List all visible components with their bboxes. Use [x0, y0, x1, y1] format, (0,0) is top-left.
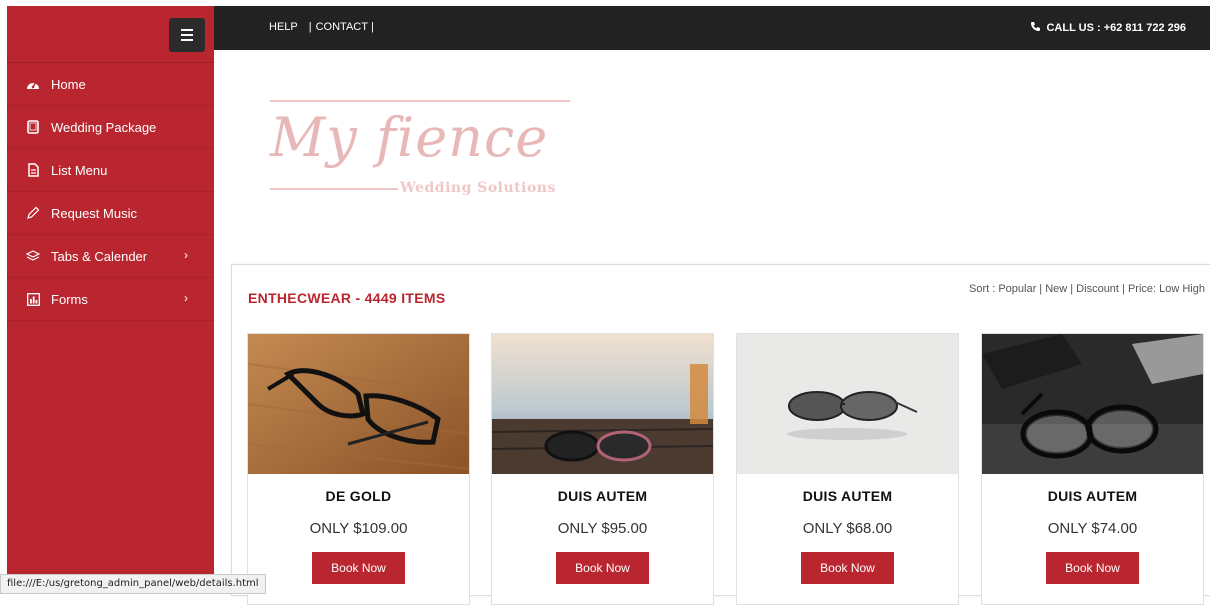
product-image[interactable]: [737, 334, 958, 474]
product-name: DUIS AUTEM: [802, 488, 893, 504]
logo-subtitle: Wedding Solutions: [400, 180, 556, 196]
book-now-button[interactable]: Book Now: [312, 552, 405, 584]
menu-toggle-button[interactable]: [169, 18, 205, 52]
chevron-right-icon: ›: [184, 291, 188, 305]
logo-line-top: [270, 100, 570, 102]
product-card[interactable]: DUIS AUTEM ONLY $74.00 Book Now: [981, 333, 1204, 605]
sort-options[interactable]: Sort : Popular | New | Discount | Price:…: [969, 283, 1205, 295]
product-card[interactable]: DUIS AUTEM ONLY $95.00 Book Now: [491, 333, 714, 605]
help-link[interactable]: HELP: [269, 21, 298, 33]
book-now-button[interactable]: Book Now: [801, 552, 894, 584]
link-separator: |: [370, 21, 374, 33]
hamburger-icon: [181, 29, 193, 31]
product-image[interactable]: [982, 334, 1203, 474]
product-price: ONLY $109.00: [309, 520, 408, 537]
sidebar-item-label: Home: [51, 76, 86, 92]
logo-line-bottom: [270, 188, 398, 190]
link-separator: |: [308, 21, 312, 33]
pencil-icon: [26, 206, 40, 220]
top-bar: HELP | CONTACT | CALL US : +62 811 722 2…: [214, 6, 1210, 50]
sidebar-item-label: Request Music: [51, 205, 137, 221]
top-links: HELP | CONTACT |: [269, 21, 374, 33]
product-name: DE GOLD: [325, 488, 392, 504]
sidebar-item-list-menu[interactable]: List Menu: [7, 149, 214, 192]
product-image[interactable]: [248, 334, 469, 474]
logo-script: My fience: [270, 106, 549, 169]
sidebar-item-wedding-package[interactable]: Wedding Package: [7, 106, 214, 149]
status-bar-url: file:///E:/us/gretong_admin_panel/web/de…: [0, 574, 266, 594]
chevron-right-icon: ›: [184, 248, 188, 262]
sidebar-header: [7, 6, 214, 63]
product-price: ONLY $74.00: [1047, 520, 1138, 537]
sidebar-item-label: List Menu: [51, 162, 108, 178]
sidebar-item-label: Forms: [51, 291, 88, 307]
phone-icon: [1030, 21, 1041, 35]
product-price: ONLY $68.00: [802, 520, 893, 537]
book-now-button[interactable]: Book Now: [556, 552, 649, 584]
sidebar-item-forms[interactable]: Forms ›: [7, 278, 214, 321]
bar-chart-icon: [26, 292, 40, 306]
product-image[interactable]: [492, 334, 713, 474]
sidebar-item-request-music[interactable]: Request Music: [7, 192, 214, 235]
sidebar-item-label: Tabs & Calender: [51, 248, 148, 264]
sidebar-item-tabs-calender[interactable]: Tabs & Calender ›: [7, 235, 214, 278]
product-card[interactable]: DUIS AUTEM ONLY $68.00 Book Now: [736, 333, 959, 605]
call-us: CALL US : +62 811 722 296: [1030, 21, 1186, 35]
layers-icon: [26, 249, 40, 263]
brand-logo[interactable]: My fience Wedding Solutions: [270, 98, 575, 203]
product-price: ONLY $95.00: [557, 520, 648, 537]
sidebar-item-home[interactable]: Home: [7, 63, 214, 106]
file-text-icon: [26, 163, 40, 177]
product-panel: ENTHECWEAR - 4449 ITEMS Sort : Popular |…: [231, 264, 1210, 605]
call-us-text[interactable]: CALL US : +62 811 722 296: [1046, 22, 1186, 34]
sidebar-item-label: Wedding Package: [51, 119, 157, 135]
tablet-icon: [26, 120, 40, 134]
product-name: DUIS AUTEM: [1047, 488, 1138, 504]
product-card[interactable]: DE GOLD ONLY $109.00 Book Now: [247, 333, 470, 605]
book-now-button[interactable]: Book Now: [1046, 552, 1139, 584]
contact-link[interactable]: CONTACT: [316, 21, 368, 33]
dashboard-icon: [26, 77, 40, 91]
sidebar: Home Wedding Package List Menu Request M…: [7, 6, 214, 592]
product-name: DUIS AUTEM: [557, 488, 648, 504]
catalog-title: ENTHECWEAR - 4449 ITEMS: [248, 290, 446, 306]
